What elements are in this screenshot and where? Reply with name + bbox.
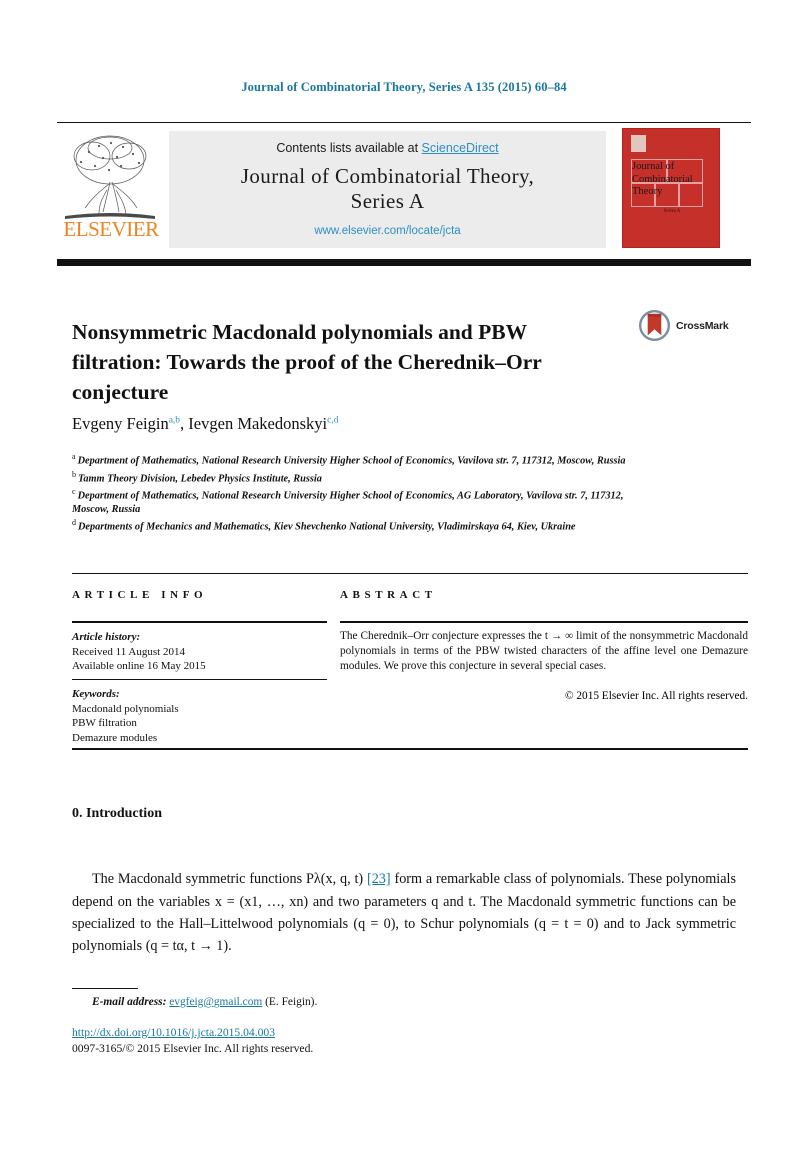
section-heading-introduction: 0. Introduction (72, 806, 162, 822)
journal-title: Journal of Combinatorial Theory, Series … (169, 164, 606, 214)
article-history-block: Article history: Received 11 August 2014… (72, 630, 327, 674)
footnote-rule (72, 988, 138, 989)
author-name-1: Evgeny Feigin (72, 414, 169, 433)
article-received-date: Received 11 August 2014 (72, 645, 185, 658)
abstract-copyright: © 2015 Elsevier Inc. All rights reserved… (564, 690, 748, 702)
journal-homepage-link[interactable]: www.elsevier.com/locate/jcta (169, 225, 606, 237)
email-link[interactable]: evgfeig@gmail.com (169, 996, 262, 1008)
journal-title-line-1: Journal of Combinatorial Theory, (240, 164, 535, 188)
affiliation-text: Tamm Theory Division, Lebedev Physics In… (78, 473, 322, 485)
article-available-date: Available online 16 May 2015 (72, 660, 206, 672)
contents-prefix-text: Contents lists available at (276, 141, 422, 155)
article-info-rule (72, 621, 327, 623)
sciencedirect-link[interactable]: ScienceDirect (422, 141, 499, 155)
author-list: Evgeny Feigina,b, Ievgen Makedonskyic,d (72, 414, 672, 434)
keywords-block: Keywords: Macdonald polynomials PBW filt… (72, 687, 327, 745)
doi-link[interactable]: http://dx.doi.org/10.1016/j.jcta.2015.04… (72, 1026, 275, 1039)
affiliation-item: a Department of Mathematics, National Res… (72, 450, 632, 468)
contents-available-line: Contents lists available at ScienceDirec… (169, 141, 606, 155)
citation-reference-23[interactable]: [23] (367, 871, 391, 887)
keywords-label: Keywords: (72, 688, 120, 700)
cover-subtitle-text: Series A (663, 209, 681, 214)
footnote-email: E-mail address: evgfeig@gmail.com (E. Fe… (72, 996, 572, 1008)
author-affil-marks-1[interactable]: a,b (169, 416, 180, 426)
page-title: Nonsymmetric Macdonald polynomials and P… (72, 320, 542, 405)
author-affil-marks-2[interactable]: c,d (327, 416, 338, 426)
crossmark-icon (638, 309, 671, 342)
affiliation-mark: b (72, 469, 76, 479)
affiliation-mark: a (72, 452, 76, 461)
journal-masthead: ELSEVIER Contents lists available at Sci… (57, 122, 751, 252)
introduction-paragraph: The Macdonald symmetric functions Pλ(x, … (72, 868, 736, 958)
affiliation-list: a Department of Mathematics, National Res… (72, 450, 632, 534)
masthead-bottom-bar (57, 259, 751, 266)
paragraph-part-1: The Macdonald symmetric functions Pλ(x, … (92, 871, 367, 888)
journal-cover-thumbnail: Journal of Combinatorial Theory Series A (622, 128, 720, 248)
info-section-top-rule (72, 573, 748, 574)
masthead-top-rule (57, 122, 751, 123)
section-number: 0. (72, 806, 83, 821)
running-head: Journal of Combinatorial Theory, Series … (241, 80, 567, 94)
keyword-item: Macdonald polynomials (72, 702, 179, 715)
issn-copyright-line: 0097-3165/© 2015 Elsevier Inc. All right… (72, 1042, 314, 1055)
cover-title-text: Journal of Combinatorial Theory (632, 161, 693, 197)
article-info-heading: ARTICLE INFO (72, 589, 208, 601)
email-owner: (E. Feigin). (265, 996, 318, 1008)
info-section-bottom-rule (72, 748, 748, 750)
affiliation-mark: c (72, 487, 76, 497)
paper-page: Journal of Combinatorial Theory, Series … (0, 0, 808, 1162)
author-name-2: Ievgen Makedonskyi (188, 414, 328, 433)
journal-url-text: www.elsevier.com/locate/jcta (314, 225, 461, 237)
affiliation-text: Department of Mathematics, National Rese… (77, 455, 626, 467)
crossmark-label: CrossMark (676, 320, 729, 332)
crossmark-badge[interactable]: CrossMark (638, 309, 748, 343)
affiliation-mark: d (72, 518, 76, 528)
affiliation-text: Departments of Mechanics and Mathematics… (78, 521, 576, 533)
keywords-separator-rule (72, 679, 327, 680)
affiliation-item: d Departments of Mechanics and Mathematic… (72, 516, 632, 534)
affiliation-text: Department of Mathematics, National Rese… (72, 490, 624, 515)
article-history-label: Article history: (72, 631, 141, 643)
masthead-center-panel: Contents lists available at ScienceDirec… (169, 131, 606, 248)
affiliation-item: c Department of Mathematics, National Res… (72, 485, 632, 516)
keyword-item: PBW filtration (72, 717, 137, 729)
abstract-rule (340, 621, 748, 623)
keyword-item: Demazure modules (72, 731, 158, 744)
affiliation-item: b Tamm Theory Division, Lebedev Physics I… (72, 468, 632, 486)
cover-elsevier-mark (631, 135, 646, 152)
journal-title-line-2: Series A (350, 189, 425, 213)
abstract-heading: ABSTRACT (340, 589, 437, 601)
email-label: E-mail address: (92, 996, 167, 1008)
section-title-text: Introduction (86, 806, 162, 821)
abstract-text: The Cherednik–Orr conjecture expresses t… (340, 630, 748, 672)
elsevier-wordmark: ELSEVIER (63, 217, 159, 241)
